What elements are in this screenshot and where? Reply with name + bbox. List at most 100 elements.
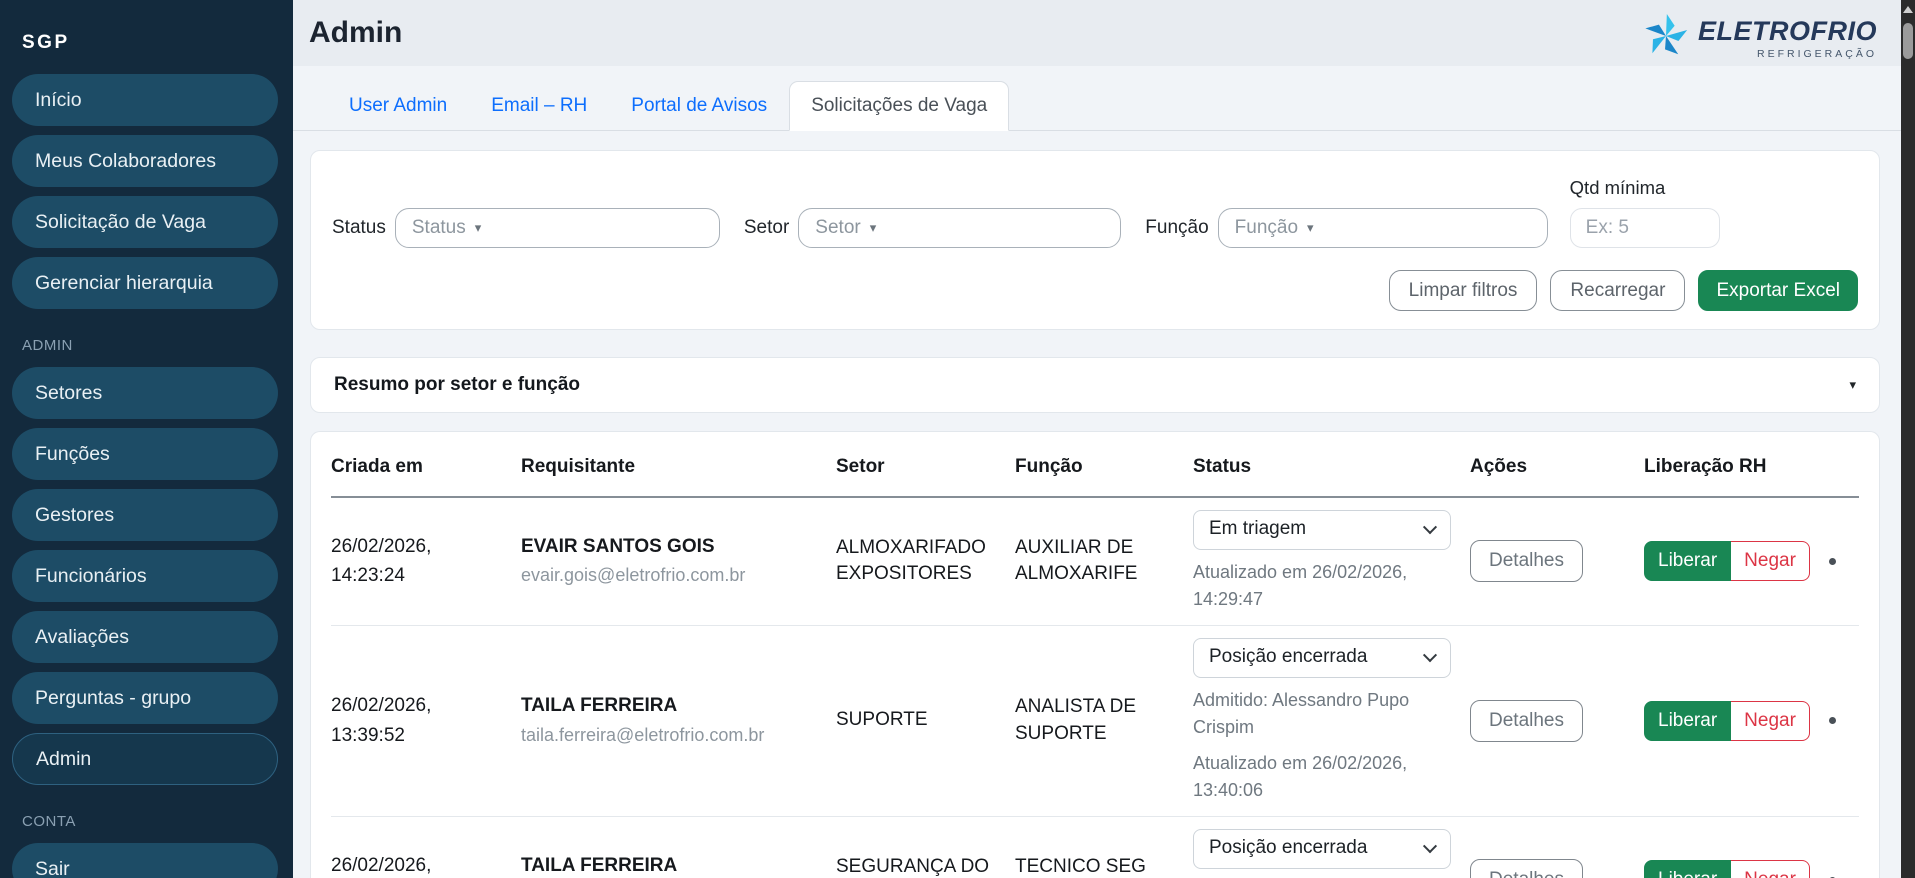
sidebar-item-avaliacoes[interactable]: Avaliações	[12, 611, 278, 663]
table-body: 26/02/2026, 14:23:24 EVAIR SANTOS GOIS e…	[331, 498, 1859, 878]
liberar-button[interactable]: Liberar	[1644, 860, 1731, 878]
liberar-button[interactable]: Liberar	[1644, 541, 1731, 581]
qtd-minima-label: Qtd mínima	[1570, 177, 1720, 199]
company-logo: ELETROFRIO REFRIGERAÇÃO	[1643, 13, 1877, 64]
negar-button[interactable]: Negar	[1731, 701, 1810, 741]
status-select[interactable]: Posição encerrada	[1193, 638, 1451, 678]
tab-user-admin[interactable]: User Admin	[327, 81, 469, 131]
funcao-cell: ANALISTA DE SUPORTE	[1015, 694, 1193, 747]
sidebar-item-perguntas-grupo[interactable]: Perguntas - grupo	[12, 672, 278, 724]
row-indicator-dot	[1829, 558, 1836, 565]
table-header-row: Criada em Requisitante Setor Função Stat…	[331, 432, 1859, 498]
col-acoes: Ações	[1470, 454, 1644, 481]
requester-cell: TAILA FERREIRA taila.ferreira@eletrofrio…	[521, 853, 836, 878]
col-requisitante: Requisitante	[521, 454, 836, 481]
app-brand: SGP	[12, 0, 278, 74]
export-excel-button[interactable]: Exportar Excel	[1698, 270, 1858, 311]
qtd-minima-input[interactable]	[1570, 208, 1720, 248]
logo-tagline: REFRIGERAÇÃO	[1757, 48, 1877, 60]
page-title: Admin	[309, 16, 402, 50]
requester-email: evair.gois@eletrofrio.com.br	[521, 563, 818, 588]
status-cell: Posição encerrada Admitido: Douglas Mora…	[1193, 829, 1470, 878]
requester-cell: EVAIR SANTOS GOIS evair.gois@eletrofrio.…	[521, 534, 836, 589]
chevron-down-icon: ▾	[870, 220, 877, 236]
sidebar-item-funcionarios[interactable]: Funcionários	[12, 550, 278, 602]
collapse-chevron-icon: ▾	[1849, 377, 1856, 393]
status-filter-label: Status	[332, 217, 386, 239]
pinwheel-star-icon	[1643, 13, 1689, 64]
sidebar-item-meus-colaboradores[interactable]: Meus Colaboradores	[12, 135, 278, 187]
col-setor: Setor	[836, 454, 1015, 481]
sidebar-item-sair[interactable]: Sair	[12, 843, 278, 878]
filters-row: Status Status ▾ Setor Setor ▾ Função	[332, 177, 1858, 248]
chevron-down-icon	[1423, 839, 1437, 853]
table-row: 26/02/2026, 13:39:52 TAILA FERREIRA tail…	[331, 626, 1859, 817]
sidebar: SGP Início Meus Colaboradores Solicitação …	[0, 0, 293, 878]
sidebar-item-setores[interactable]: Setores	[12, 367, 278, 419]
tab-portal-de-avisos[interactable]: Portal de Avisos	[609, 81, 789, 131]
setor-cell: ALMOXARIFADO EXPOSITORES	[836, 535, 1015, 588]
chevron-down-icon: ▾	[1307, 220, 1314, 236]
admitted-text: Admitido: Alessandro Pupo Crispim	[1193, 687, 1452, 741]
updated-text: Atualizado em 26/02/2026, 13:40:06	[1193, 750, 1452, 804]
summary-collapse-header[interactable]: Resumo por setor e função ▾	[310, 357, 1880, 413]
setor-cell: SUPORTE	[836, 707, 1015, 734]
sidebar-item-admin[interactable]: Admin	[12, 733, 278, 785]
col-liberacao-rh: Liberação RH	[1644, 454, 1859, 481]
table-row: 26/02/2026, 14:23:24 EVAIR SANTOS GOIS e…	[331, 498, 1859, 626]
negar-button[interactable]: Negar	[1731, 541, 1810, 581]
setor-filter-dropdown[interactable]: Setor ▾	[798, 208, 1121, 248]
chevron-down-icon: ▾	[475, 220, 482, 236]
requester-name: TAILA FERREIRA	[521, 853, 818, 878]
requester-name: TAILA FERREIRA	[521, 693, 818, 720]
sidebar-item-gerenciar-hierarquia[interactable]: Gerenciar hierarquia	[12, 257, 278, 309]
sidebar-item-inicio[interactable]: Início	[12, 74, 278, 126]
sidebar-nav: Início Meus Colaboradores Solicitação de V…	[12, 74, 278, 878]
chevron-down-icon	[1423, 520, 1437, 534]
funcao-filter-dropdown[interactable]: Função ▾	[1218, 208, 1548, 248]
chevron-down-icon	[1423, 648, 1437, 662]
scrollbar[interactable]	[1901, 0, 1915, 878]
negar-button[interactable]: Negar	[1731, 860, 1810, 878]
requester-email: taila.ferreira@eletrofrio.com.br	[521, 723, 818, 748]
status-select[interactable]: Em triagem	[1193, 510, 1451, 550]
col-criada-em: Criada em	[331, 454, 521, 481]
created-at-cell: 26/02/2026, 14:23:24	[331, 532, 521, 591]
funcao-filter-label: Função	[1145, 217, 1208, 239]
tab-bar: User Admin Email – RH Portal de Avisos S…	[293, 81, 1901, 131]
actions-cell: Detalhes	[1470, 700, 1644, 742]
scroll-up-arrow-icon[interactable]	[1903, 6, 1913, 13]
reload-button[interactable]: Recarregar	[1550, 270, 1685, 311]
col-funcao: Função	[1015, 454, 1193, 481]
clear-filters-button[interactable]: Limpar filtros	[1389, 270, 1538, 311]
funcao-cell: TECNICO SEG TRABALHO JR	[1015, 854, 1193, 878]
details-button[interactable]: Detalhes	[1470, 859, 1583, 878]
status-cell: Em triagem Atualizado em 26/02/2026, 14:…	[1193, 510, 1470, 613]
row-indicator-dot	[1829, 717, 1836, 724]
sidebar-section-conta: CONTA	[22, 813, 278, 830]
summary-title: Resumo por setor e função	[334, 374, 580, 396]
table-row: 26/02/2026, 12:28:23 TAILA FERREIRA tail…	[331, 817, 1859, 878]
actions-cell: Detalhes	[1470, 540, 1644, 582]
requester-name: EVAIR SANTOS GOIS	[521, 534, 818, 561]
liberar-button[interactable]: Liberar	[1644, 701, 1731, 741]
created-at-cell: 26/02/2026, 12:28:23	[331, 851, 521, 878]
requester-cell: TAILA FERREIRA taila.ferreira@eletrofrio…	[521, 693, 836, 748]
tab-solicitacoes-de-vaga[interactable]: Solicitações de Vaga	[789, 81, 1009, 131]
status-filter-dropdown[interactable]: Status ▾	[395, 208, 720, 248]
scrollbar-thumb[interactable]	[1903, 23, 1913, 59]
status-cell: Posição encerrada Admitido: Alessandro P…	[1193, 638, 1470, 804]
rh-release-cell: Liberar Negar	[1644, 860, 1859, 878]
details-button[interactable]: Detalhes	[1470, 540, 1583, 582]
sidebar-item-funcoes[interactable]: Funções	[12, 428, 278, 480]
details-button[interactable]: Detalhes	[1470, 700, 1583, 742]
tab-email-rh[interactable]: Email – RH	[469, 81, 609, 131]
sidebar-section-admin: ADMIN	[22, 337, 278, 354]
sidebar-item-gestores[interactable]: Gestores	[12, 489, 278, 541]
actions-cell: Detalhes	[1470, 859, 1644, 878]
created-at-cell: 26/02/2026, 13:39:52	[331, 691, 521, 750]
sidebar-item-solicitacao-de-vaga[interactable]: Solicitação de Vaga	[12, 196, 278, 248]
requests-table-card: Criada em Requisitante Setor Função Stat…	[310, 431, 1880, 878]
main-content: Admin ELETROFRIO REFRIGERAÇÃO	[293, 0, 1901, 878]
status-select[interactable]: Posição encerrada	[1193, 829, 1451, 869]
